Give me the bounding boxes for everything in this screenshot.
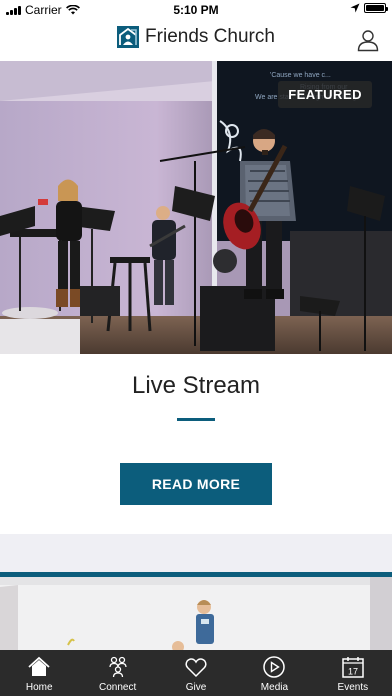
tab-label-give: Give (185, 682, 207, 693)
play-icon (263, 656, 286, 678)
tab-label-events: Events (337, 682, 369, 693)
app-title: Friends Church (145, 26, 275, 47)
tab-connect[interactable]: Connect (78, 650, 156, 696)
status-time: 5:10 PM (173, 3, 219, 17)
location-arrow-icon (350, 3, 360, 13)
tab-media[interactable]: Media (235, 650, 313, 696)
title-divider (177, 418, 215, 421)
calendar-icon: 17 (342, 657, 364, 678)
tab-label-connect: Connect (98, 682, 137, 693)
hero-image[interactable]: 'Cause we have c... Rising from our We a… (0, 61, 392, 354)
tab-give[interactable]: Give (157, 650, 235, 696)
tab-events[interactable]: 17 Events (314, 650, 392, 696)
tab-label-home: Home (25, 682, 53, 693)
profile-button[interactable] (356, 28, 380, 52)
featured-badge: FEATURED (278, 81, 372, 108)
read-more-button[interactable]: READ MORE (120, 463, 272, 505)
nav-bar: Friends Church (0, 20, 392, 61)
tab-bar: Home Connect Give Media 17 Events (0, 650, 392, 696)
tab-label-media: Media (260, 682, 289, 693)
battery-icon (364, 3, 388, 13)
user-icon (357, 30, 379, 52)
heart-icon (185, 658, 207, 678)
children-photo (0, 577, 392, 650)
connect-icon (108, 656, 127, 678)
home-icon (28, 656, 50, 676)
featured-card[interactable]: 'Cause we have c... Rising from our We a… (0, 61, 392, 534)
brand: Friends Church (0, 26, 392, 48)
card-title[interactable]: Live Stream (0, 372, 392, 400)
next-card[interactable] (0, 572, 392, 650)
church-logo-icon (117, 26, 140, 48)
status-right (350, 3, 388, 13)
calendar-day: 17 (348, 667, 358, 677)
tab-home[interactable]: Home (0, 650, 78, 696)
svg-text:'Cause we have c...: 'Cause we have c... (270, 72, 331, 79)
status-bar: Carrier 5:10 PM (0, 0, 392, 20)
